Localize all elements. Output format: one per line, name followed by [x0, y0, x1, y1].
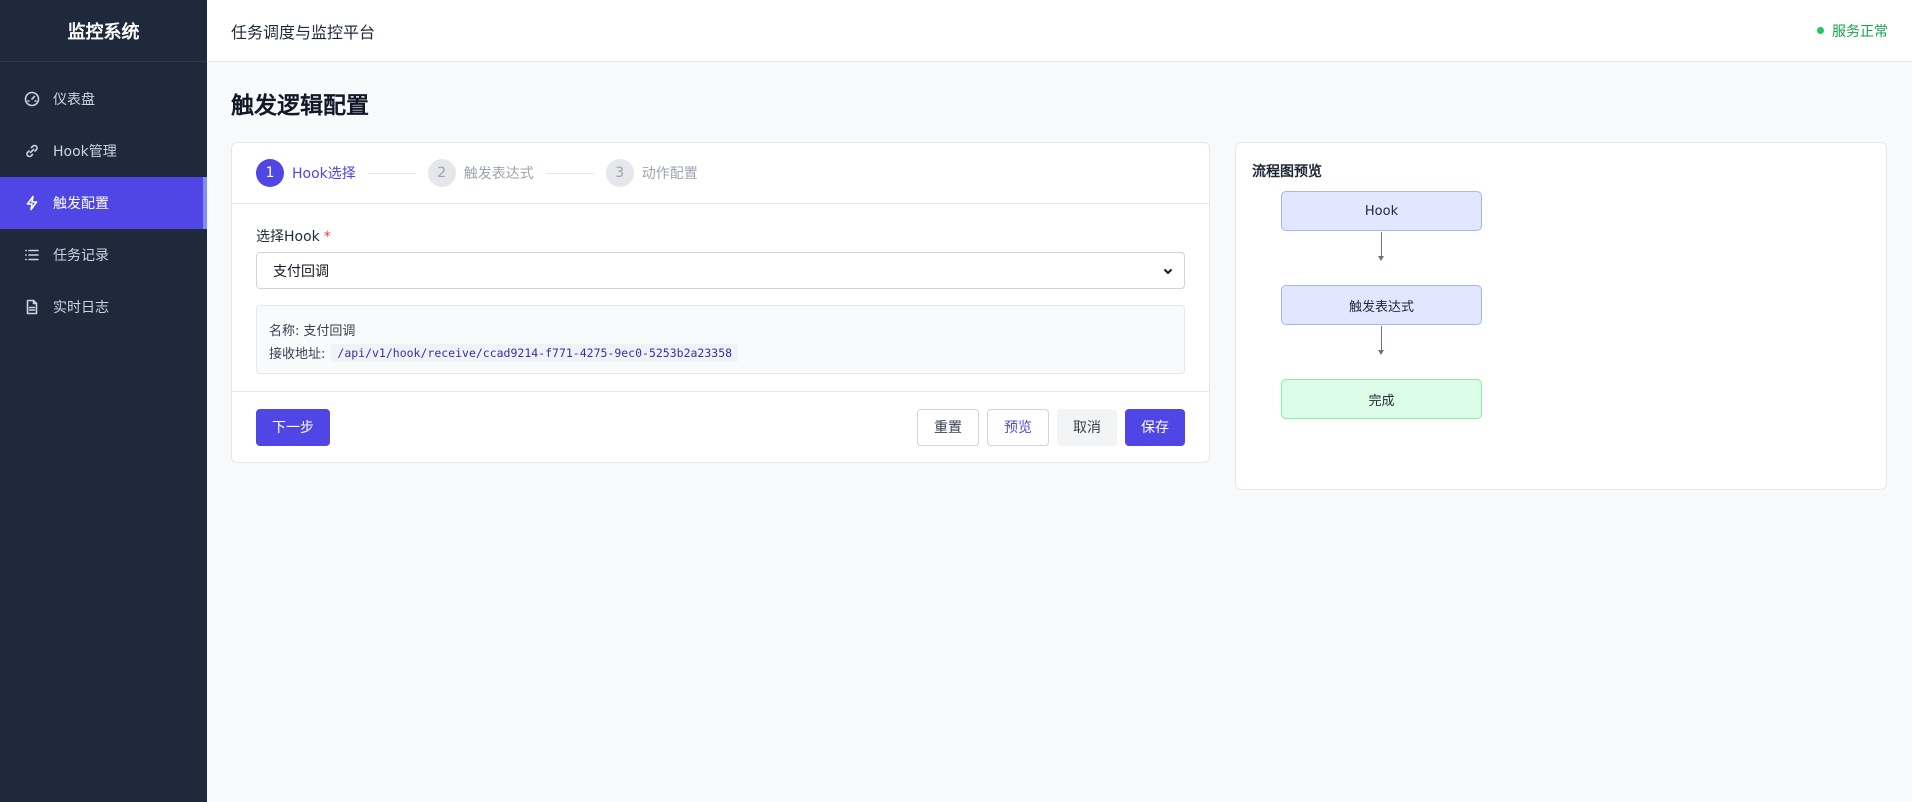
sidebar-item-label: 触发配置 — [53, 196, 109, 212]
flow-node-trigger-expression: 触发表达式 — [1281, 285, 1482, 325]
status-indicator: 服务正常 — [1817, 21, 1888, 41]
brand-title: 监控系统 — [0, 0, 207, 62]
sidebar-item-label: 仪表盘 — [53, 92, 95, 108]
app-title: 任务调度与监控平台 — [231, 22, 376, 42]
config-card: 1 Hook选择 2 触发表达式 3 动作配置 选择Hook * 支付回调 名称:… — [231, 142, 1210, 463]
step-connector — [367, 172, 416, 174]
sidebar-item-label: 任务记录 — [53, 248, 109, 264]
step-label: Hook选择 — [292, 166, 356, 182]
step-number: 1 — [256, 159, 284, 187]
step-action-config[interactable]: 3 动作配置 — [605, 159, 698, 187]
flow-node-complete: 完成 — [1281, 379, 1482, 419]
step-label: 触发表达式 — [463, 166, 534, 182]
link-icon — [24, 143, 40, 159]
document-icon — [24, 299, 40, 315]
chevron-down-icon — [1162, 265, 1174, 277]
reset-button[interactable]: 重置 — [917, 408, 979, 446]
preview-button[interactable]: 预览 — [987, 408, 1049, 446]
form-body: 选择Hook * 支付回调 名称: 支付回调 接收地址: /api/v1/hook… — [232, 204, 1209, 392]
step-number: 2 — [427, 159, 456, 187]
step-label: 动作配置 — [641, 166, 698, 182]
sidebar-item-hook-management[interactable]: Hook管理 — [0, 125, 207, 177]
flow-preview-panel: 流程图预览 Hook 触发表达式 完成 — [1235, 142, 1887, 490]
hook-select[interactable]: 支付回调 — [256, 252, 1185, 289]
sidebar-item-trigger-config[interactable]: 触发配置 — [0, 177, 207, 229]
sidebar-nav: 仪表盘 Hook管理 触发配置 任务记录 实时日志 — [0, 73, 207, 333]
action-bar: 下一步 重置 预览 取消 保存 — [232, 392, 1209, 462]
hook-select-label: 选择Hook * — [256, 226, 1185, 246]
action-button-group: 重置 预览 取消 保存 — [917, 408, 1185, 446]
flow-node-hook: Hook — [1281, 191, 1482, 231]
lightning-icon — [24, 195, 40, 211]
gauge-icon — [24, 91, 40, 107]
sidebar-item-task-records[interactable]: 任务记录 — [0, 229, 207, 281]
hook-url-value[interactable]: /api/v1/hook/receive/ccad9214-f771-4275-… — [331, 343, 739, 362]
step-connector — [545, 172, 594, 174]
hook-name-row: 名称: 支付回调 — [269, 318, 1172, 341]
top-bar: 任务调度与监控平台 服务正常 — [207, 0, 1912, 62]
flow-preview-title: 流程图预览 — [1252, 164, 1322, 180]
hook-select-value: 支付回调 — [273, 263, 329, 280]
required-mark: * — [323, 229, 331, 245]
sidebar-item-label: 实时日志 — [53, 300, 109, 316]
sidebar: 监控系统 仪表盘 Hook管理 触发配置 任务记录 实时日志 — [0, 0, 207, 802]
hook-name-label: 名称: — [269, 324, 300, 339]
hook-info-box: 名称: 支付回调 接收地址: /api/v1/hook/receive/ccad… — [256, 305, 1185, 374]
hook-name-value: 支付回调 — [303, 324, 356, 339]
sidebar-item-label: Hook管理 — [53, 144, 117, 160]
list-icon — [24, 247, 40, 263]
step-number: 3 — [605, 159, 634, 187]
sidebar-item-realtime-logs[interactable]: 实时日志 — [0, 281, 207, 333]
next-step-button[interactable]: 下一步 — [256, 408, 330, 446]
hook-select-label-text: 选择Hook — [256, 229, 320, 245]
step-trigger-expression[interactable]: 2 触发表达式 — [427, 159, 534, 187]
step-hook-select[interactable]: 1 Hook选择 — [256, 159, 356, 187]
stepper: 1 Hook选择 2 触发表达式 3 动作配置 — [232, 143, 1209, 204]
status-dot-icon — [1817, 27, 1824, 34]
page-title: 触发逻辑配置 — [231, 93, 369, 119]
hook-url-row: 接收地址: /api/v1/hook/receive/ccad9214-f771… — [269, 341, 1172, 364]
sidebar-item-dashboard[interactable]: 仪表盘 — [0, 73, 207, 125]
save-button[interactable]: 保存 — [1125, 408, 1185, 446]
flow-arrow — [1378, 326, 1384, 355]
hook-url-label: 接收地址: — [269, 347, 326, 362]
status-text: 服务正常 — [1832, 23, 1888, 40]
cancel-button[interactable]: 取消 — [1057, 408, 1117, 446]
flow-arrow — [1378, 232, 1384, 261]
